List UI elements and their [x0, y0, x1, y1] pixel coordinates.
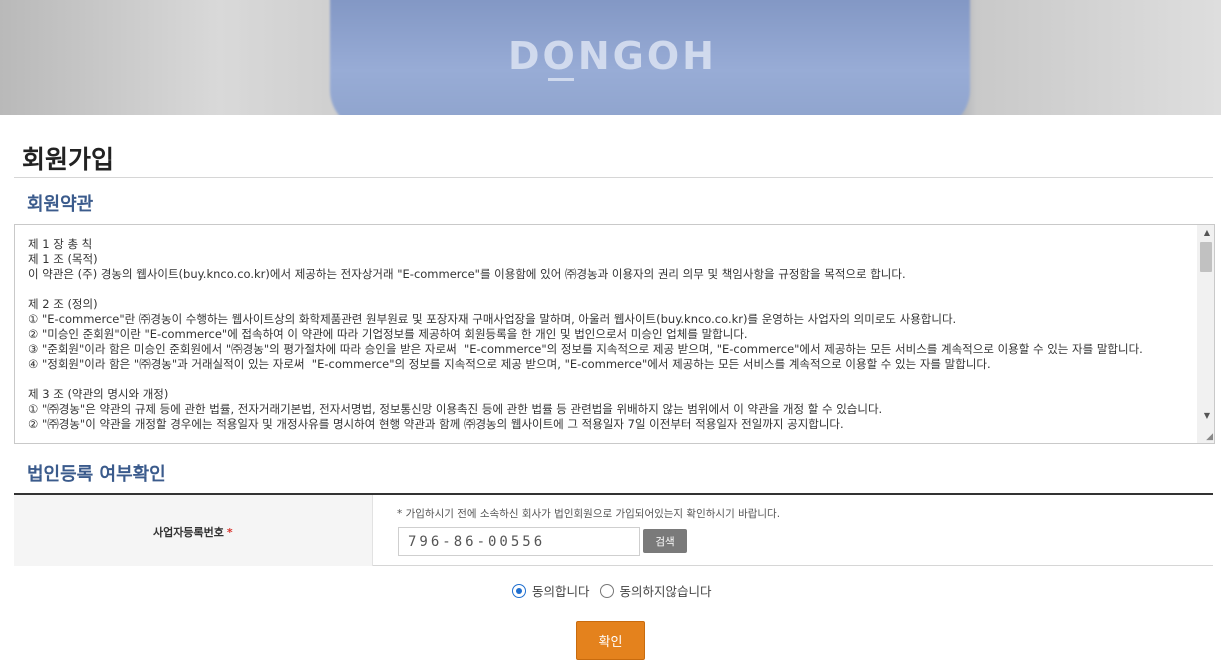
business-note: * 가입하시기 전에 소속하신 회사가 법인회원으로 가입되어있는지 확인하시기… [397, 508, 781, 520]
disagree-radio[interactable] [599, 583, 614, 598]
scroll-down-arrow-icon[interactable]: ▼ [1204, 411, 1210, 420]
required-mark: * [226, 526, 233, 539]
page-title: 회원가입 [22, 145, 115, 174]
confirm-button[interactable]: 확인 [576, 621, 645, 660]
agree-radio[interactable] [512, 583, 526, 598]
resize-grip-icon[interactable]: ◢ [1206, 432, 1213, 442]
disagree-label[interactable]: 동의하지않습니다 [620, 581, 712, 600]
scroll-up-arrow-icon[interactable]: ▲ [1204, 228, 1210, 237]
search-button[interactable]: 검색 [643, 529, 687, 553]
terms-textarea[interactable]: 제 1 장 총 칙 제 1 조 (목적) 이 약관은 (주) 경농의 웹사이트(… [14, 224, 1215, 444]
business-number-input[interactable] [398, 527, 640, 556]
title-divider [14, 177, 1213, 178]
scroll-thumb[interactable] [1200, 242, 1212, 272]
terms-section-title: 회원약관 [27, 194, 94, 215]
terms-content: 제 1 장 총 칙 제 1 조 (목적) 이 약관은 (주) 경농의 웹사이트(… [28, 237, 1143, 431]
logo-accent-bar [548, 78, 574, 81]
hero-banner: DONGOH [0, 0, 1221, 115]
agree-label[interactable]: 동의합니다 [532, 581, 590, 600]
terms-scrollbar[interactable]: ▲ ▼ [1197, 225, 1214, 443]
agreement-options: 동의합니다 동의하지않습니다 [512, 581, 722, 600]
business-check-table: 사업자등록번호 * * 가입하시기 전에 소속하신 회사가 법인회원으로 가입되어… [14, 493, 1213, 566]
business-number-label: 사업자등록번호 * [153, 524, 233, 540]
business-section-title: 법인등록 여부확인 [27, 464, 166, 485]
business-label-cell: 사업자등록번호 * [14, 495, 373, 566]
dongoh-logo: DONGOH [508, 34, 717, 78]
business-number-label-text: 사업자등록번호 [153, 526, 224, 539]
